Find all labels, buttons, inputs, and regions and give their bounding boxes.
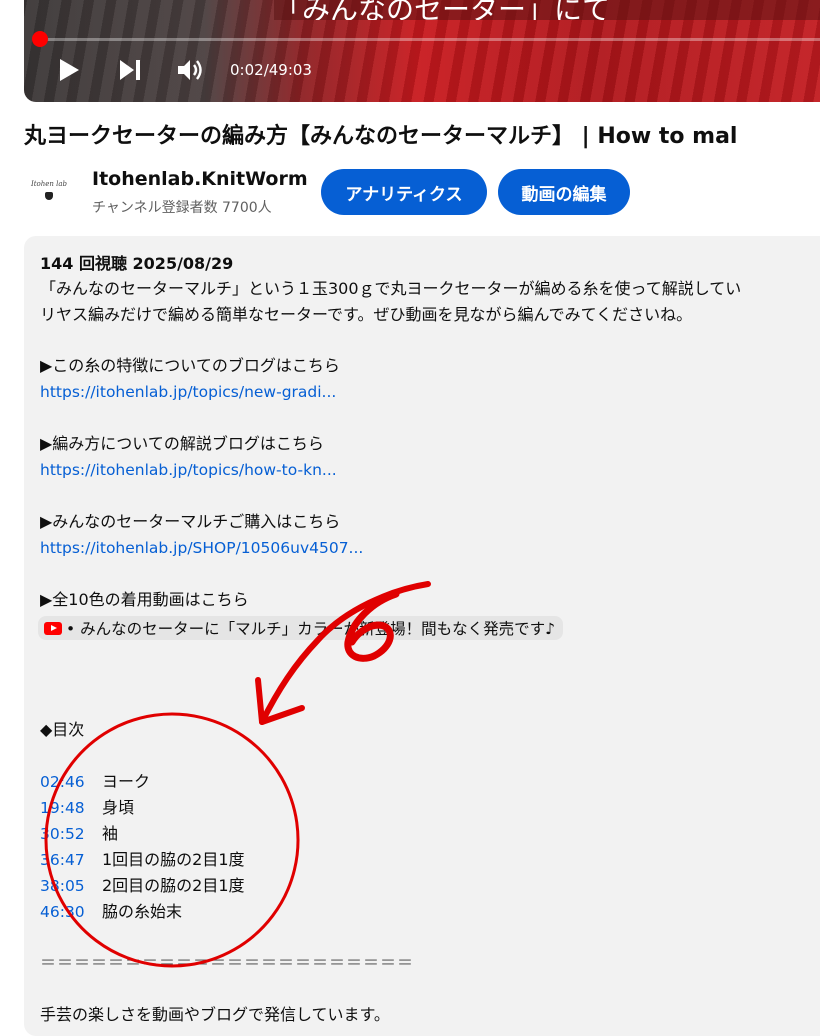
video-title: 丸ヨークセーターの編み方【みんなのセーターマルチ】 | How to mal bbox=[24, 124, 738, 149]
view-count-date: 144 回視聴 2025/08/29 bbox=[40, 254, 234, 273]
description-intro-line-1: 「みんなのセーターマルチ」という１玉300ｇで丸ヨークセーターが編める糸を使って… bbox=[40, 279, 742, 298]
progress-scrubber[interactable] bbox=[32, 31, 48, 47]
blog-link[interactable]: https://itohenlab.jp/topics/new-gradi... bbox=[40, 380, 336, 404]
chapter-timestamp[interactable]: 19:48 bbox=[40, 795, 102, 821]
volume-button[interactable] bbox=[176, 56, 204, 84]
purchase-link[interactable]: https://itohenlab.jp/SHOP/10506uv4507... bbox=[40, 536, 363, 560]
time-total: 49:03 bbox=[268, 61, 312, 79]
colors-heading: ▶全10色の着用動画はこちら bbox=[40, 590, 249, 609]
subscriber-count: チャンネル登録者数 7700人 bbox=[92, 200, 272, 216]
divider-line: ＝＝＝＝＝＝＝＝＝＝＝＝＝＝＝＝＝＝＝＝＝＝ bbox=[40, 953, 415, 972]
description-footer: 手芸の楽しさを動画やブログで発信しています。 bbox=[40, 1005, 390, 1024]
chapter-timestamp[interactable]: 46:30 bbox=[40, 899, 102, 925]
chapter-label: 袖 bbox=[102, 824, 119, 843]
howto-heading: ▶編み方についての解説ブログはこちら bbox=[40, 434, 324, 453]
chapter-row: 36:47 1回目の脇の2目1度 bbox=[40, 847, 245, 873]
volume-icon bbox=[178, 60, 202, 80]
avatar-logo-text: Itohen lab bbox=[30, 180, 68, 188]
toc-heading: ◆目次 bbox=[40, 720, 85, 739]
analytics-button[interactable]: アナリティクス bbox=[321, 169, 487, 215]
chapter-timestamp[interactable]: 38:05 bbox=[40, 873, 102, 899]
channel-name[interactable]: Itohenlab.KnitWorm bbox=[92, 168, 308, 190]
chapter-timestamp[interactable]: 36:47 bbox=[40, 847, 102, 873]
channel-avatar[interactable]: Itohen lab bbox=[24, 170, 74, 214]
linked-video-title: • みんなのセーターに「マルチ」カラーが新登場！間もなく発売です♪ bbox=[66, 620, 555, 638]
blog-heading: ▶この糸の特徴についてのブログはこちら bbox=[40, 356, 340, 375]
linked-video-chip[interactable]: • みんなのセーターに「マルチ」カラーが新登場！間もなく発売です♪ bbox=[38, 616, 563, 640]
chapter-label: 脇の糸始末 bbox=[102, 902, 183, 921]
purchase-heading: ▶みんなのセーターマルチご購入はこちら bbox=[40, 512, 341, 531]
chapter-label: 2回目の脇の2目1度 bbox=[102, 876, 245, 895]
cup-logo-icon bbox=[45, 192, 53, 200]
chapter-label: 身頃 bbox=[102, 798, 135, 817]
time-display: 0:02 / 49:03 bbox=[230, 56, 312, 84]
youtube-icon bbox=[44, 621, 62, 635]
description-intro-line-2: リヤス編みだけで編める簡単なセーターです。ぜひ動画を見ながら編んでみてくださいね… bbox=[40, 305, 693, 324]
chapter-timestamp[interactable]: 30:52 bbox=[40, 821, 102, 847]
video-player[interactable]: 「みんなのセーター」にて 0:02 / 49:03 bbox=[24, 0, 820, 102]
chapter-row: 46:30 脇の糸始末 bbox=[40, 899, 182, 925]
next-button[interactable] bbox=[118, 56, 142, 84]
description-box[interactable]: 144 回視聴 2025/08/29 「みんなのセーターマルチ」という１玉300… bbox=[24, 236, 820, 1036]
chapter-label: 1回目の脇の2目1度 bbox=[102, 850, 245, 869]
howto-link[interactable]: https://itohenlab.jp/topics/how-to-kn... bbox=[40, 458, 337, 482]
progress-bar[interactable] bbox=[40, 38, 820, 41]
chapter-row: 19:48 身頃 bbox=[40, 795, 134, 821]
chapter-row: 30:52 袖 bbox=[40, 821, 118, 847]
chapter-timestamp[interactable]: 02:46 bbox=[40, 769, 102, 795]
next-icon bbox=[120, 60, 140, 80]
play-icon bbox=[60, 59, 79, 81]
play-button[interactable] bbox=[58, 56, 80, 84]
chapter-label: ヨーク bbox=[102, 772, 151, 791]
edit-video-button[interactable]: 動画の編集 bbox=[498, 169, 630, 215]
chapter-row: 38:05 2回目の脇の2目1度 bbox=[40, 873, 245, 899]
time-current: 0:02 bbox=[230, 61, 264, 79]
video-caption: 「みんなのセーター」にて bbox=[274, 0, 820, 20]
chapter-row: 02:46 ヨーク bbox=[40, 769, 150, 795]
